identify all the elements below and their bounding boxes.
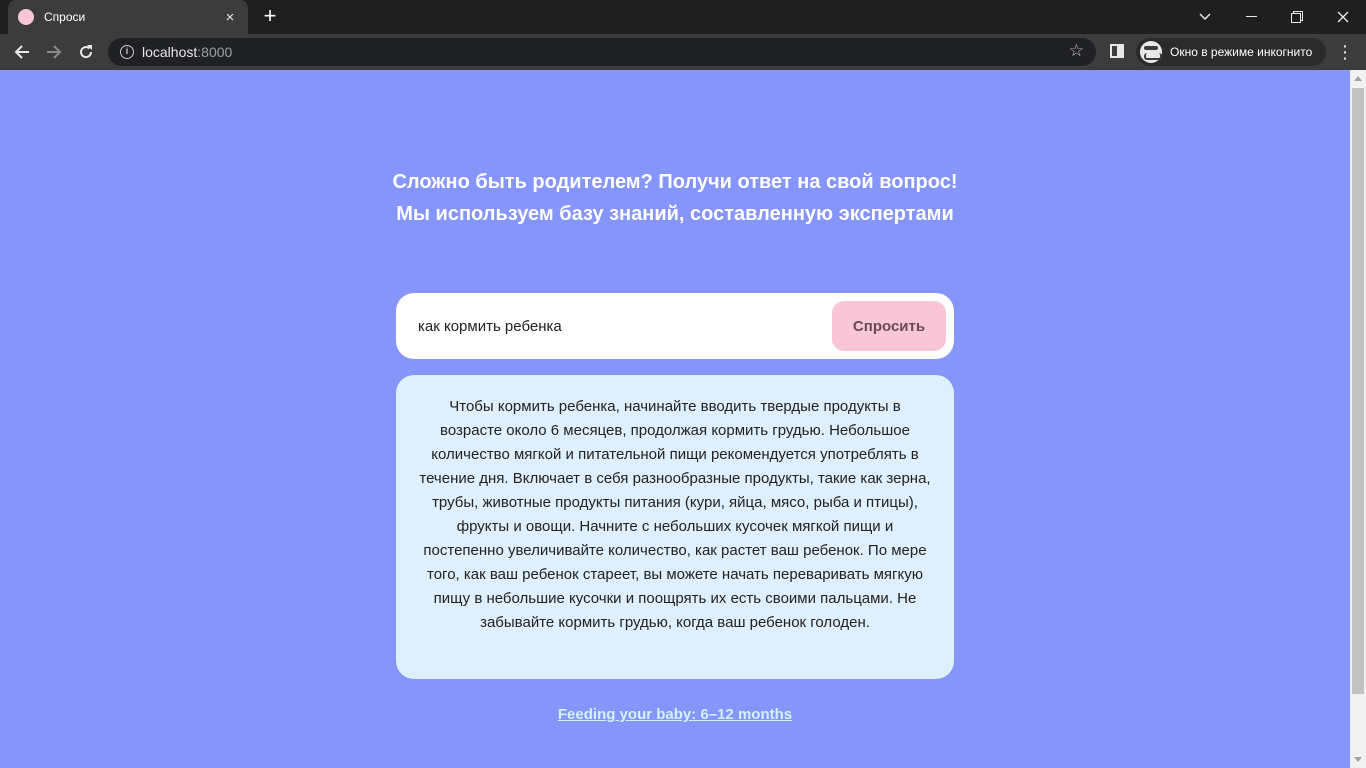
scroll-down-arrow-icon[interactable]: [1354, 757, 1362, 762]
tab-close-icon[interactable]: ×: [222, 9, 238, 26]
page-scrollbar[interactable]: [1350, 70, 1366, 768]
address-bar[interactable]: i localhost :8000 ☆: [108, 38, 1096, 66]
scrollbar-thumb[interactable]: [1352, 88, 1364, 694]
side-panel-icon[interactable]: [1110, 44, 1124, 58]
bookmark-star-icon[interactable]: ☆: [1069, 41, 1084, 61]
url-port: :8000: [197, 44, 233, 60]
answer-text: Чтобы кормить ребенка, начинайте вводить…: [419, 398, 931, 631]
incognito-indicator[interactable]: Окно в режиме инкогнито: [1136, 38, 1326, 66]
incognito-icon: [1140, 41, 1162, 63]
favicon-icon: [18, 9, 34, 25]
browser-titlebar: Спроси × +: [0, 0, 1366, 34]
source-link[interactable]: Feeding your baby: 6–12 months: [558, 706, 792, 723]
scroll-up-arrow-icon[interactable]: [1354, 76, 1362, 81]
browser-tab[interactable]: Спроси ×: [8, 0, 248, 34]
minimize-button[interactable]: [1228, 0, 1274, 34]
source-link-container: Feeding your baby: 6–12 months: [0, 706, 1350, 723]
question-input[interactable]: [418, 313, 818, 339]
browser-menu-icon[interactable]: ⋮: [1336, 40, 1354, 64]
tab-search-icon[interactable]: [1182, 0, 1228, 34]
site-info-icon[interactable]: i: [120, 45, 134, 59]
new-tab-button[interactable]: +: [258, 5, 282, 29]
reload-icon[interactable]: [74, 40, 98, 64]
incognito-label: Окно в режиме инкогнито: [1170, 45, 1313, 59]
forward-arrow-icon[interactable]: [42, 40, 66, 64]
restore-button[interactable]: [1274, 0, 1320, 34]
browser-toolbar: i localhost :8000 ☆ Окно в режиме инкогн…: [0, 34, 1366, 70]
answer-card: Чтобы кормить ребенка, начинайте вводить…: [396, 375, 954, 679]
tab-title: Спроси: [44, 10, 86, 24]
page-content: Сложно быть родителем? Получи ответ на с…: [0, 70, 1350, 768]
back-arrow-icon[interactable]: [10, 40, 34, 64]
ask-button[interactable]: Спросить: [832, 301, 946, 351]
search-form: Спросить: [396, 293, 954, 359]
page-title: Сложно быть родителем? Получи ответ на с…: [392, 171, 958, 193]
url-host: localhost: [142, 44, 198, 60]
page-subtitle: Мы используем базу знаний, составленную …: [396, 203, 954, 225]
close-window-button[interactable]: [1320, 0, 1366, 34]
